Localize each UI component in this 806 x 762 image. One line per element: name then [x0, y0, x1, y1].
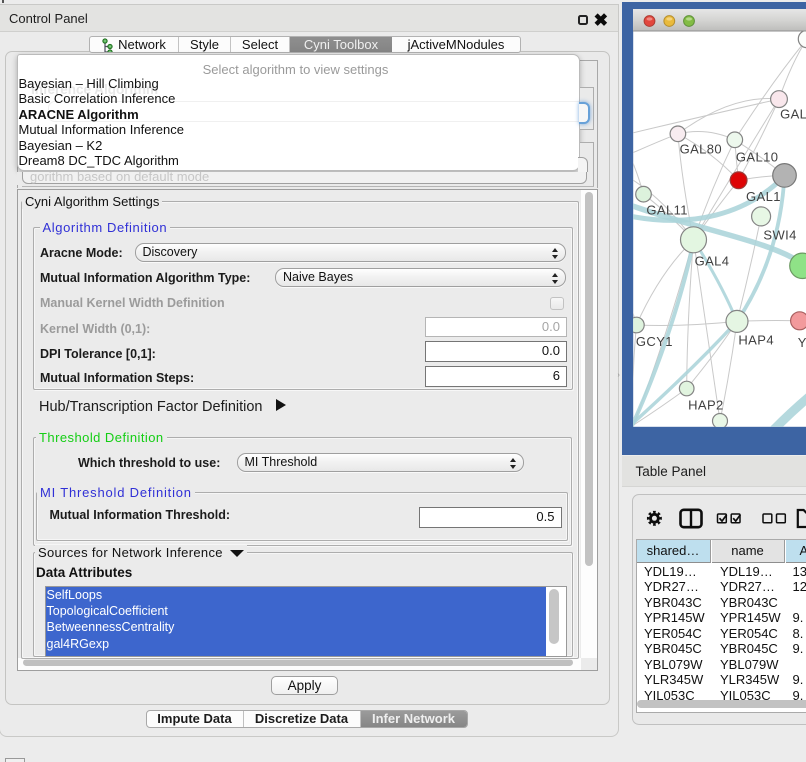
- svg-text:GCY1: GCY1: [635, 334, 672, 349]
- svg-text:Y: Y: [797, 335, 806, 350]
- svg-text:GAL: GAL: [780, 107, 806, 122]
- svg-text:GAL1: GAL1: [746, 189, 781, 204]
- svg-text:GAL10: GAL10: [735, 150, 777, 165]
- svg-text:SWI4: SWI4: [763, 228, 796, 243]
- svg-text:GAL80: GAL80: [679, 141, 721, 156]
- svg-text:HAP4: HAP4: [738, 333, 774, 348]
- svg-text:GAL4: GAL4: [694, 254, 729, 269]
- svg-text:GAL11: GAL11: [646, 202, 688, 217]
- svg-text:HAP2: HAP2: [688, 398, 724, 413]
